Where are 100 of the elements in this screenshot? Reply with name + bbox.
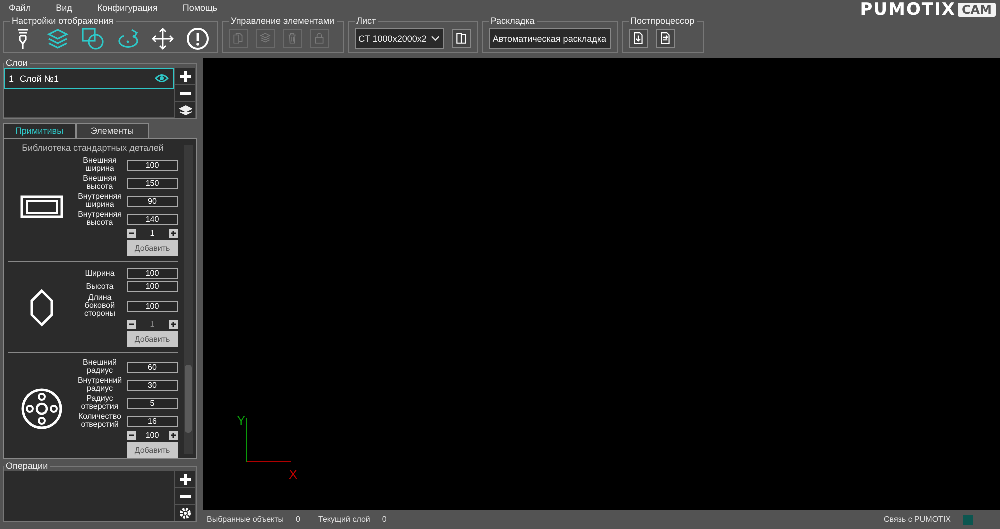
layers-icon: [178, 104, 192, 116]
plus-icon: [170, 230, 177, 237]
document-icon: [632, 32, 645, 45]
minus-icon: [128, 230, 135, 237]
axis-label: X: [289, 467, 298, 482]
copy-icon: [232, 32, 245, 45]
remove-button[interactable]: [175, 85, 195, 101]
field-label: Внешний радиус: [82, 359, 118, 375]
info-icon: [186, 26, 210, 50]
toolbar-button[interactable]: [452, 29, 471, 48]
toolbar-button[interactable]: [150, 26, 176, 52]
group-title: Лист: [356, 16, 378, 26]
trash-icon: [286, 32, 299, 45]
decrement-button[interactable]: [127, 320, 136, 329]
logo-badge: CAM: [958, 3, 996, 17]
flange-icon: [20, 386, 64, 430]
count-value: 1: [150, 320, 155, 329]
minus-icon: [128, 321, 135, 328]
add-button[interactable]: [175, 68, 195, 84]
plus-icon: [178, 472, 192, 486]
decrement-button[interactable]: [127, 229, 136, 238]
input-field[interactable]: 100: [127, 268, 178, 279]
toolbar-button[interactable]: [628, 29, 648, 48]
field-label: Внешняя ширина: [82, 157, 118, 173]
connection-indicator: [963, 514, 973, 524]
status-label: Выбранные объекты: [207, 515, 284, 524]
axes-drawing: [246, 418, 292, 462]
field-label: Внутренний радиус: [76, 377, 124, 393]
shapes-icon: [81, 26, 105, 50]
field-label: Ширина: [84, 270, 116, 278]
toolbar-button[interactable]: [185, 26, 211, 52]
field-label: Длина боковой стороны: [83, 294, 117, 318]
eye-icon[interactable]: [155, 74, 169, 83]
field-label: Внешняя высота: [82, 175, 118, 191]
layers-icon: [46, 26, 70, 50]
book-icon: [454, 32, 468, 45]
input-field[interactable]: 100: [127, 160, 178, 170]
input-field[interactable]: 30: [127, 380, 178, 390]
layers-icon: [259, 32, 272, 45]
chevron-icon: [430, 34, 440, 43]
increment-button[interactable]: [168, 320, 178, 329]
menu-item[interactable]: Вид: [56, 3, 72, 13]
toolbar-button[interactable]: [656, 29, 675, 48]
logo-text: PUMOTIX: [860, 1, 956, 19]
panel-title: Слои: [5, 58, 29, 68]
input-field[interactable]: 16: [127, 416, 178, 426]
layers-button[interactable]: [175, 102, 195, 118]
group-title: Постпроцессор: [630, 16, 696, 26]
remove-button[interactable]: [175, 488, 195, 504]
group-title: Настройки отображения: [11, 16, 115, 26]
increment-button[interactable]: [168, 229, 178, 238]
lock-icon: [313, 32, 326, 45]
rotate-icon: [116, 26, 140, 50]
field-label: Внутренняя высота: [77, 211, 123, 227]
document-icon: [658, 32, 672, 45]
add-button[interactable]: Добавить: [127, 442, 178, 458]
input-field[interactable]: 90: [127, 196, 178, 206]
input-field[interactable]: 100: [127, 300, 178, 312]
plus-icon: [170, 432, 177, 439]
tab[interactable]: Элементы: [76, 123, 149, 138]
menu-item[interactable]: Помощь: [182, 3, 218, 13]
library-title: Библиотека стандартных деталей: [21, 143, 165, 153]
input-field[interactable]: 60: [127, 362, 178, 372]
input-field[interactable]: 140: [127, 214, 178, 224]
sheet-dropdown[interactable]: СТ 1000х2000х2: [354, 28, 444, 49]
layout-field[interactable]: Автоматическая раскладка: [488, 28, 611, 49]
scrollbar-thumb[interactable]: [185, 365, 192, 433]
add-button[interactable]: Добавить: [127, 240, 178, 256]
input-field[interactable]: 150: [127, 178, 178, 188]
status-value: 0: [382, 515, 387, 524]
layer-name: Слой №1: [20, 74, 60, 84]
connection-label: Связь с PUMOTIX: [884, 515, 951, 524]
minus-icon: [128, 432, 135, 439]
input-field[interactable]: 100: [127, 281, 178, 292]
add-button[interactable]: [175, 471, 195, 487]
decrement-button[interactable]: [127, 431, 136, 440]
field-label: Высота: [85, 282, 115, 290]
field-label: Количество отверстий: [78, 413, 122, 429]
count-value: 100: [146, 431, 160, 440]
axis-label: Y: [237, 413, 246, 428]
status-value: 0: [296, 515, 300, 524]
scrollbar[interactable]: [184, 145, 193, 454]
menu-item[interactable]: Конфигурация: [97, 3, 158, 13]
add-button[interactable]: Добавить: [127, 331, 178, 347]
tab[interactable]: Примитивы: [3, 123, 76, 138]
group-title: Раскладка: [490, 16, 536, 26]
gear-icon: [178, 506, 192, 520]
layer-row[interactable]: 1 Слой №1: [4, 68, 174, 89]
count-value: 1: [150, 229, 155, 238]
move-icon: [151, 26, 175, 50]
plus-icon: [178, 70, 192, 82]
increment-button[interactable]: [168, 431, 178, 440]
layer-number: 1: [9, 74, 14, 84]
menu-item[interactable]: Файл: [9, 3, 32, 13]
input-field[interactable]: 5: [127, 398, 178, 408]
plus-icon: [170, 321, 177, 328]
gear-button[interactable]: [175, 505, 195, 521]
field-label: Радиус отверстия: [80, 395, 120, 411]
group-title: Управление элементами: [230, 16, 336, 26]
field-label: Внутренняя ширина: [77, 193, 123, 209]
